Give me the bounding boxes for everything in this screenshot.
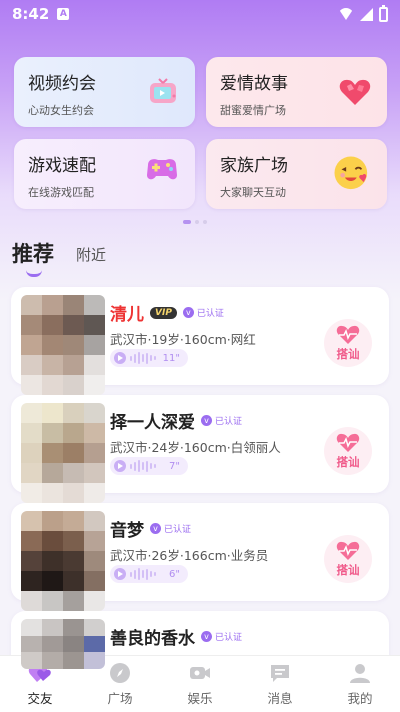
verified-badge: v 已认证 (182, 306, 224, 319)
nav-label: 广场 (107, 691, 133, 706)
user-card[interactable]: 清儿 VIP v 已认证 武汉市·19岁·160cm·网红 11" 搭讪 (11, 287, 389, 395)
nav-label: 消息 (267, 691, 293, 706)
user-info: 武汉市·24岁·160cm·白领丽人 (110, 440, 281, 455)
heartbeat-icon (336, 433, 360, 452)
carousel-dot[interactable] (203, 220, 207, 224)
greet-label: 搭讪 (336, 454, 360, 469)
user-name: 清儿 (110, 305, 144, 325)
avatar[interactable] (21, 295, 105, 395)
user-card[interactable]: 择一人深爱 v 已认证 武汉市·24岁·160cm·白领丽人 7" 搭讪 (11, 395, 389, 503)
feature-card-game-match[interactable]: 游戏速配 在线游戏匹配 (14, 139, 195, 209)
greet-button[interactable]: 搭讪 (321, 427, 375, 483)
greet-label: 搭讪 (336, 346, 360, 361)
gamepad-icon (147, 159, 177, 180)
status-time: 8:42 (12, 5, 50, 23)
feed-tabs: 推荐 附近 (12, 238, 106, 277)
voice-duration: 7" (169, 460, 180, 472)
verified-icon: v (150, 523, 161, 534)
feature-card-love-story[interactable]: 爱情故事 甜蜜爱情广场 (206, 57, 387, 127)
verified-badge: v 已认证 (201, 630, 242, 643)
emoji-icon (334, 156, 368, 190)
carousel-dot[interactable] (195, 220, 199, 224)
voice-duration: 6" (169, 568, 180, 580)
feature-card-family-plaza[interactable]: 家族广场 大家聊天互动 (206, 139, 387, 209)
compass-icon (110, 663, 130, 683)
vip-badge: VIP (150, 306, 177, 319)
nav-item-entertainment[interactable]: 娱乐 (165, 661, 235, 707)
verified-badge: v 已认证 (150, 522, 191, 535)
user-name: 择一人深爱 (110, 413, 195, 433)
user-name: 善良的香水 (110, 629, 195, 649)
message-icon (271, 665, 289, 682)
status-bar: 8:42 A (0, 0, 400, 28)
avatar[interactable] (21, 511, 105, 611)
user-info: 武汉市·19岁·160cm·网红 (110, 332, 256, 347)
nav-label: 我的 (347, 691, 373, 706)
heartbeat-icon (336, 325, 360, 344)
user-name: 音梦 (110, 521, 144, 541)
verified-badge: v 已认证 (201, 414, 242, 427)
user-card[interactable]: 音梦 v 已认证 武汉市·26岁·166cm·业务员 6" 搭讪 (11, 503, 389, 611)
verified-icon: v (201, 415, 212, 426)
profile-icon (350, 664, 370, 683)
avatar[interactable] (21, 403, 105, 503)
verified-icon: v (182, 307, 194, 318)
verified-label: 已认证 (196, 309, 224, 319)
tv-icon (150, 78, 176, 103)
tab-recommend[interactable]: 推荐 (12, 238, 54, 277)
heartbeat-icon (336, 541, 360, 560)
notification-icon: A (57, 8, 70, 20)
tab-nearby[interactable]: 附近 (76, 244, 106, 268)
voice-intro-button[interactable]: 7" (110, 457, 188, 475)
waveform-icon (130, 352, 156, 364)
nav-item-profile[interactable]: 我的 (325, 661, 395, 707)
user-info: 武汉市·26岁·166cm·业务员 (110, 548, 269, 563)
avatar[interactable] (21, 619, 105, 669)
verified-label: 已认证 (164, 525, 192, 535)
play-icon (114, 352, 126, 364)
voice-intro-button[interactable]: 11" (110, 349, 188, 367)
user-list: 清儿 VIP v 已认证 武汉市·19岁·160cm·网红 11" 搭讪 择一人… (11, 287, 389, 712)
nav-label: 娱乐 (187, 691, 213, 706)
verified-label: 已认证 (215, 417, 243, 427)
play-icon (114, 460, 126, 472)
play-icon (114, 568, 126, 580)
waveform-icon (130, 460, 156, 472)
battery-icon (379, 4, 388, 22)
video-icon (190, 667, 210, 679)
feature-grid: 视频约会 心动女生约会 爱情故事 甜蜜爱情广场 游戏速配 在线游戏匹配 家族广场… (14, 57, 387, 209)
verified-icon: v (201, 631, 212, 642)
greet-button[interactable]: 搭讪 (321, 319, 375, 375)
nav-item-messages[interactable]: 消息 (245, 661, 315, 707)
voice-duration: 11" (162, 352, 180, 364)
carousel-indicator (183, 220, 207, 224)
signal-icon (360, 7, 373, 21)
voice-intro-button[interactable]: 6" (110, 565, 188, 583)
nav-label: 交友 (27, 691, 53, 706)
verified-label: 已认证 (215, 633, 243, 643)
greet-button[interactable]: 搭讪 (321, 535, 375, 591)
carousel-dot[interactable] (183, 220, 191, 224)
heart-icon (339, 79, 371, 105)
greet-label: 搭讪 (336, 562, 360, 577)
wifi-icon (338, 8, 354, 20)
feature-card-video-date[interactable]: 视频约会 心动女生约会 (14, 57, 195, 127)
waveform-icon (130, 568, 156, 580)
